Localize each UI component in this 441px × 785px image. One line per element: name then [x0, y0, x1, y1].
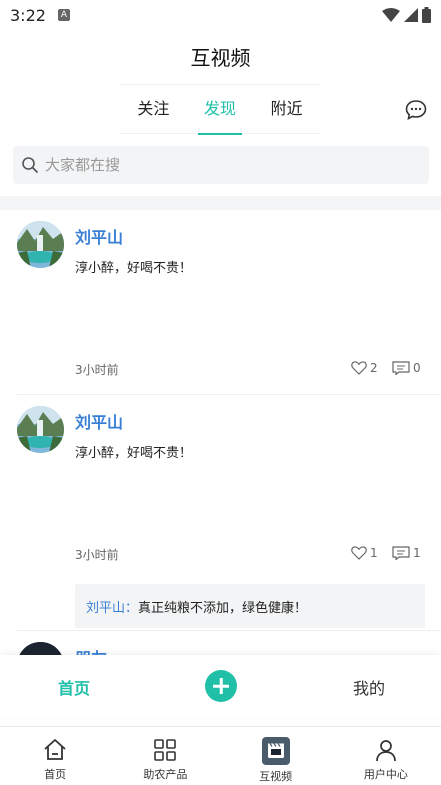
tab-follow[interactable]: 关注 [131, 84, 175, 134]
signal-icon [404, 8, 418, 22]
post-divider [17, 394, 441, 395]
nav-label: 助农产品 [143, 768, 188, 781]
avatar[interactable] [17, 221, 64, 268]
post-time: 3小时前 [75, 363, 119, 377]
post-time: 3小时前 [75, 548, 119, 562]
like-button[interactable]: 2 [351, 361, 378, 375]
comment-button[interactable]: 1 [392, 546, 421, 560]
post-divider [17, 630, 441, 631]
avatar[interactable] [17, 642, 64, 655]
post-text: 淳小醉，好喝不贵！ [75, 446, 193, 461]
tab-discover[interactable]: 发现 [197, 84, 242, 135]
section-divider [0, 196, 441, 210]
feed-tabs: 关注 发现 附近 [120, 84, 320, 135]
avatar[interactable] [17, 406, 64, 453]
post-feed[interactable]: 刘平山 淳小醉，好喝不贵！ 3小时前 2 0 刘平山 淳小醉，好喝不贵！ 3小时… [0, 210, 441, 655]
comment-count: 0 [413, 361, 421, 375]
wifi-icon [382, 8, 400, 22]
post-author[interactable]: 朋友 [75, 645, 107, 655]
post-author[interactable]: 刘平山 [75, 409, 123, 433]
video-sub-nav: 首页 我的 [0, 655, 441, 717]
comment-icon [392, 361, 410, 375]
nav-item-products[interactable]: 助农产品 [110, 727, 220, 785]
page-title: 互视频 [190, 46, 251, 70]
like-count: 1 [370, 546, 378, 560]
comment-icon [392, 546, 410, 560]
search-input[interactable] [45, 156, 405, 174]
comment-preview[interactable]: 刘平山： 真正纯粮不添加，绿色健康！ [75, 584, 425, 628]
comment-text: 真正纯粮不添加，绿色健康！ [138, 600, 308, 616]
status-icons [382, 7, 431, 23]
like-button[interactable]: 1 [351, 546, 378, 560]
nav-label: 用户中心 [363, 768, 408, 781]
subnav-mine[interactable]: 我的 [353, 675, 385, 699]
status-time: 3:22 [10, 5, 46, 25]
battery-icon [422, 7, 431, 23]
nav-label: 互视频 [259, 770, 293, 783]
comment-user[interactable]: 刘平山： [86, 597, 138, 616]
tab-nearby[interactable]: 附近 [265, 84, 309, 134]
comment-button[interactable]: 0 [392, 361, 421, 375]
video-icon [261, 737, 290, 765]
add-post-button[interactable] [205, 670, 237, 702]
message-icon[interactable] [404, 98, 428, 122]
heart-icon [351, 546, 367, 560]
home-icon [44, 739, 66, 760]
notification-icon: A [57, 9, 70, 21]
nav-item-user[interactable]: 用户中心 [331, 727, 441, 785]
post-author[interactable]: 刘平山 [75, 224, 123, 248]
status-bar: 3:22 A [0, 0, 441, 30]
search-bar[interactable] [13, 146, 429, 184]
subnav-home[interactable]: 首页 [58, 675, 90, 699]
search-icon [22, 157, 38, 173]
bottom-nav: 首页 助农产品 互视频 用户中心 [0, 726, 441, 785]
grid-icon [154, 739, 177, 761]
nav-item-home[interactable]: 首页 [0, 727, 110, 785]
nav-label: 首页 [44, 768, 67, 781]
post-text: 淳小醉，好喝不贵！ [75, 261, 193, 276]
heart-icon [351, 361, 367, 375]
comment-count: 1 [413, 546, 421, 560]
like-count: 2 [370, 361, 378, 375]
nav-item-video[interactable]: 互视频 [221, 727, 331, 785]
user-icon [376, 740, 396, 762]
